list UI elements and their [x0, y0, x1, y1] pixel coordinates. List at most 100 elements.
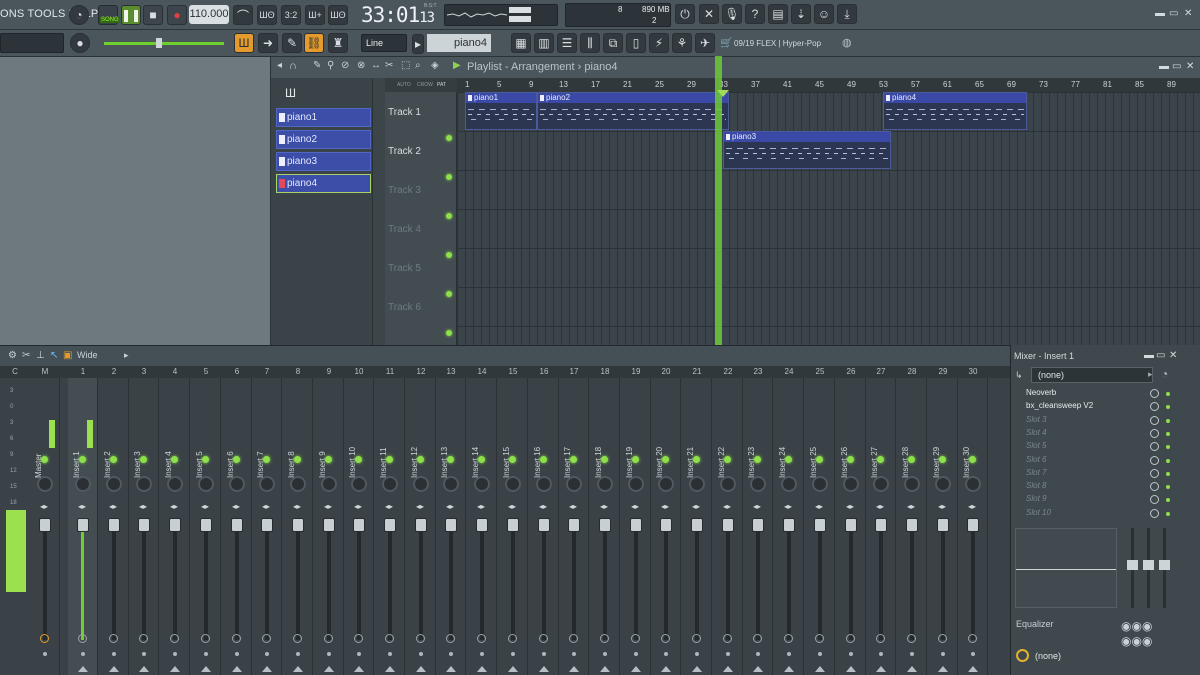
tools-icon[interactable]: ✕ [699, 4, 719, 24]
pan-knob-icon[interactable] [904, 476, 920, 492]
strip-led[interactable] [202, 456, 209, 463]
strip-led[interactable] [601, 456, 608, 463]
pan-knob-icon[interactable] [321, 476, 337, 492]
playhead[interactable] [715, 56, 722, 345]
stereo-arrows-icon[interactable]: ◂▸ [262, 502, 270, 511]
browser-icon[interactable]: ▯ [626, 33, 646, 53]
mixer-strip-insert[interactable]: Insert 9 ◂▸ [314, 378, 344, 675]
effect-slot[interactable]: Neoverb [1019, 388, 1170, 400]
route-icon[interactable] [416, 634, 425, 643]
volume-fader[interactable] [415, 518, 427, 532]
send-arrow-icon[interactable] [293, 666, 303, 672]
track-led-4[interactable] [446, 252, 452, 258]
pat-label[interactable]: PAT [437, 82, 446, 88]
send-arrow-icon[interactable] [385, 666, 395, 672]
mixer-strip-master[interactable]: Master ◂▸ [30, 378, 60, 675]
strip-led[interactable] [540, 456, 547, 463]
volume-fader[interactable] [169, 518, 181, 532]
loop-record-icon[interactable]: Шʘ [328, 5, 348, 25]
strip-dot-icon[interactable] [664, 652, 668, 656]
mixer-strip-insert[interactable]: Insert 29 ◂▸ [928, 378, 958, 675]
strip-led[interactable] [79, 456, 86, 463]
pan-knob-icon[interactable] [965, 476, 981, 492]
effect-slot[interactable]: Slot 5 [1019, 441, 1170, 453]
pan-knob-icon[interactable] [505, 476, 521, 492]
globe-icon[interactable]: ◍ [842, 36, 852, 49]
auto-label[interactable]: AUTO [397, 82, 411, 88]
mixer-strip-insert[interactable]: Insert 7 ◂▸ [252, 378, 282, 675]
mixer-strip-insert[interactable]: Insert 25 ◂▸ [805, 378, 835, 675]
strip-dot-icon[interactable] [542, 652, 546, 656]
eq-knobs-icon[interactable]: ◉◉◉ [1121, 619, 1152, 633]
route-icon[interactable] [907, 634, 916, 643]
pan-knob-icon[interactable] [351, 476, 367, 492]
stereo-arrows-icon[interactable]: ◂▸ [631, 502, 639, 511]
clip-piano3[interactable]: piano3 [723, 131, 891, 169]
minimize-icon[interactable]: ▬ [1155, 8, 1165, 19]
download-icon[interactable]: ⤓ [837, 4, 857, 24]
mixer-strip-insert[interactable]: Insert 18 ◂▸ [590, 378, 620, 675]
strip-dot-icon[interactable] [112, 652, 116, 656]
send-arrow-icon[interactable] [354, 666, 364, 672]
countdown-icon[interactable]: 3:2 [281, 5, 301, 25]
strip-led[interactable] [294, 456, 301, 463]
strip-dot-icon[interactable] [941, 652, 945, 656]
send-arrow-icon[interactable] [416, 666, 426, 672]
route-icon[interactable] [723, 634, 732, 643]
stereo-arrows-icon[interactable]: ◂▸ [416, 502, 424, 511]
route-icon[interactable] [170, 634, 179, 643]
mixer-strip-insert[interactable]: Insert 21 ◂▸ [682, 378, 712, 675]
mixer-strip-insert[interactable]: Insert 14 ◂▸ [467, 378, 497, 675]
route-icon[interactable] [139, 634, 148, 643]
strip-dot-icon[interactable] [756, 652, 760, 656]
stereo-arrows-icon[interactable]: ◂▸ [446, 502, 454, 511]
effect-slot[interactable]: Slot 10 [1019, 508, 1170, 520]
mixer-icon[interactable]: ⫼ [580, 33, 600, 53]
send-arrow-icon[interactable] [262, 666, 272, 672]
eq-graph[interactable] [1015, 528, 1117, 608]
strip-led[interactable] [233, 456, 240, 463]
pattern-prev-icon[interactable]: ▸ [412, 34, 424, 54]
track-label-6[interactable]: Track 6 [388, 302, 421, 313]
volume-fader[interactable] [967, 518, 979, 532]
send-arrow-icon[interactable] [907, 666, 917, 672]
strip-dot-icon[interactable] [204, 652, 208, 656]
strip-dot-icon[interactable] [695, 652, 699, 656]
strip-led[interactable] [355, 456, 362, 463]
pan-knob-icon[interactable] [37, 476, 53, 492]
track-label-1[interactable]: Track 1 [388, 107, 421, 118]
slot-led[interactable] [1166, 392, 1170, 396]
stop-button[interactable]: ■ [143, 5, 163, 25]
strip-dot-icon[interactable] [910, 652, 914, 656]
route-icon[interactable] [815, 634, 824, 643]
volume-fader[interactable] [906, 518, 918, 532]
pencil-icon[interactable]: ✎ [313, 60, 321, 71]
route-icon[interactable] [938, 634, 947, 643]
mixer-tools-icon[interactable]: ✂ [22, 350, 30, 361]
track-label-5[interactable]: Track 5 [388, 263, 421, 274]
insert-gauge-icon[interactable]: ◔ [1161, 367, 1168, 381]
send-arrow-icon[interactable] [539, 666, 549, 672]
pan-knob-icon[interactable] [474, 476, 490, 492]
strip-dot-icon[interactable] [81, 652, 85, 656]
stereo-arrows-icon[interactable]: ◂▸ [109, 502, 117, 511]
strip-dot-icon[interactable] [265, 652, 269, 656]
stereo-arrows-icon[interactable]: ◂▸ [170, 502, 178, 511]
route-icon[interactable] [692, 634, 701, 643]
strip-dot-icon[interactable] [787, 652, 791, 656]
pan-knob-icon[interactable] [597, 476, 613, 492]
volume-fader[interactable] [261, 518, 273, 532]
slot-led[interactable] [1166, 485, 1170, 490]
route-icon[interactable] [569, 634, 578, 643]
mixer-strip-insert[interactable]: Insert 24 ◂▸ [774, 378, 804, 675]
insert-close-icon[interactable]: ✕ [1169, 350, 1177, 361]
strip-led[interactable] [724, 456, 731, 463]
track-label-4[interactable]: Track 4 [388, 224, 421, 235]
mixer-strip-insert[interactable]: Insert 1 ◂▸ [68, 378, 98, 675]
volume-fader[interactable] [783, 518, 795, 532]
pan-knob-icon[interactable] [106, 476, 122, 492]
mixer-strip-insert[interactable]: Insert 12 ◂▸ [406, 378, 436, 675]
pan-knob-icon[interactable] [75, 476, 91, 492]
insert-output-select[interactable]: (none) [1035, 651, 1061, 661]
tempo-display[interactable]: 110.000 [189, 5, 229, 24]
